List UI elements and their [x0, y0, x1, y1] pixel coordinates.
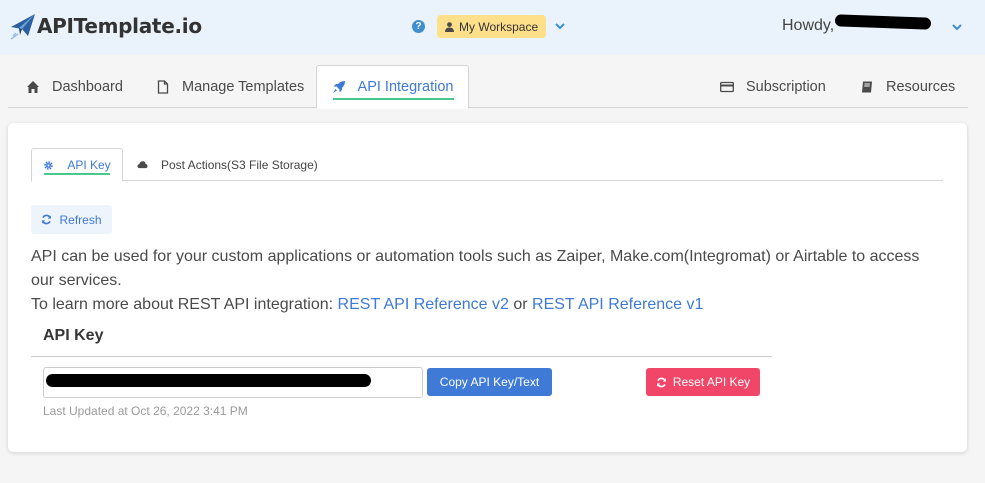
divider [31, 356, 772, 357]
description-connector: or [508, 296, 533, 313]
active-tab-underline [333, 98, 454, 100]
tab-api-integration[interactable]: API Integration [316, 65, 469, 109]
reset-label: Reset API Key [672, 375, 751, 389]
tab-post-actions[interactable]: Post Actions(S3 File Storage) [137, 148, 318, 181]
sync-icon [656, 377, 666, 387]
paper-plane-logo-icon [10, 14, 35, 40]
workspace-label: My Workspace [459, 19, 539, 34]
cloud-icon [137, 161, 148, 169]
user-icon [445, 21, 454, 32]
api-integration-card: API Key Post Actions(S3 File Storage) Re… [8, 123, 967, 452]
tab-label: Manage Templates [182, 78, 305, 95]
user-greeting[interactable]: Howdy, [782, 17, 834, 35]
logo-text: APITemplate.io [37, 14, 202, 38]
file-icon [157, 79, 169, 94]
book-icon [862, 81, 872, 92]
refresh-label: Refresh [59, 212, 102, 227]
api-description: API can be used for your custom applicat… [31, 245, 941, 317]
main-tabs: Dashboard Manage Templates API Integrati… [8, 65, 968, 109]
tab-api-key[interactable]: API Key [31, 148, 123, 182]
credit-card-icon [720, 81, 734, 92]
redaction-bar [834, 14, 932, 30]
reset-api-key-button[interactable]: Reset API Key [646, 368, 760, 396]
tab-resources[interactable]: Resources [860, 65, 955, 108]
tab-subscription[interactable]: Subscription [720, 65, 826, 108]
tab-label: API Key [67, 158, 111, 172]
top-navbar: APITemplate.io ? My Workspace Howdy, [0, 0, 985, 55]
refresh-button[interactable]: Refresh [31, 205, 112, 234]
workspace-button[interactable]: My Workspace [437, 15, 547, 38]
tab-label: API Integration [357, 79, 454, 95]
sync-icon [42, 214, 52, 225]
tab-label: Subscription [746, 78, 826, 95]
description-prefix: To learn more about REST API integration… [31, 296, 338, 313]
tab-dashboard[interactable]: Dashboard [26, 65, 123, 108]
sub-tabs: API Key Post Actions(S3 File Storage) [31, 148, 943, 182]
copy-label: Copy API Key/Text [439, 375, 540, 389]
home-icon [27, 80, 39, 93]
copy-api-key-button[interactable]: Copy API Key/Text [427, 368, 552, 396]
logo[interactable]: APITemplate.io [10, 12, 202, 40]
redaction-bar [46, 374, 371, 387]
active-tab-underline [44, 173, 110, 175]
rest-api-v2-link[interactable]: REST API Reference v2 [338, 296, 509, 313]
user-menu-chevron-icon[interactable] [951, 21, 963, 33]
description-line-1: API can be used for your custom applicat… [31, 248, 920, 289]
rest-api-v1-link[interactable]: REST API Reference v1 [532, 296, 703, 313]
tab-label: Resources [886, 78, 956, 95]
api-key-title: API Key [43, 327, 104, 344]
tab-label: Post Actions(S3 File Storage) [161, 157, 318, 172]
tab-label: Dashboard [52, 78, 123, 95]
description-line-2: To learn more about REST API integration… [31, 293, 941, 317]
chevron-down-icon[interactable] [554, 20, 566, 32]
help-icon[interactable]: ? [412, 20, 425, 33]
tab-manage-templates[interactable]: Manage Templates [156, 65, 304, 108]
rocket-icon [332, 81, 345, 93]
last-updated-text: Last Updated at Oct 26, 2022 3:41 PM [43, 404, 248, 418]
gear-icon [44, 160, 54, 170]
